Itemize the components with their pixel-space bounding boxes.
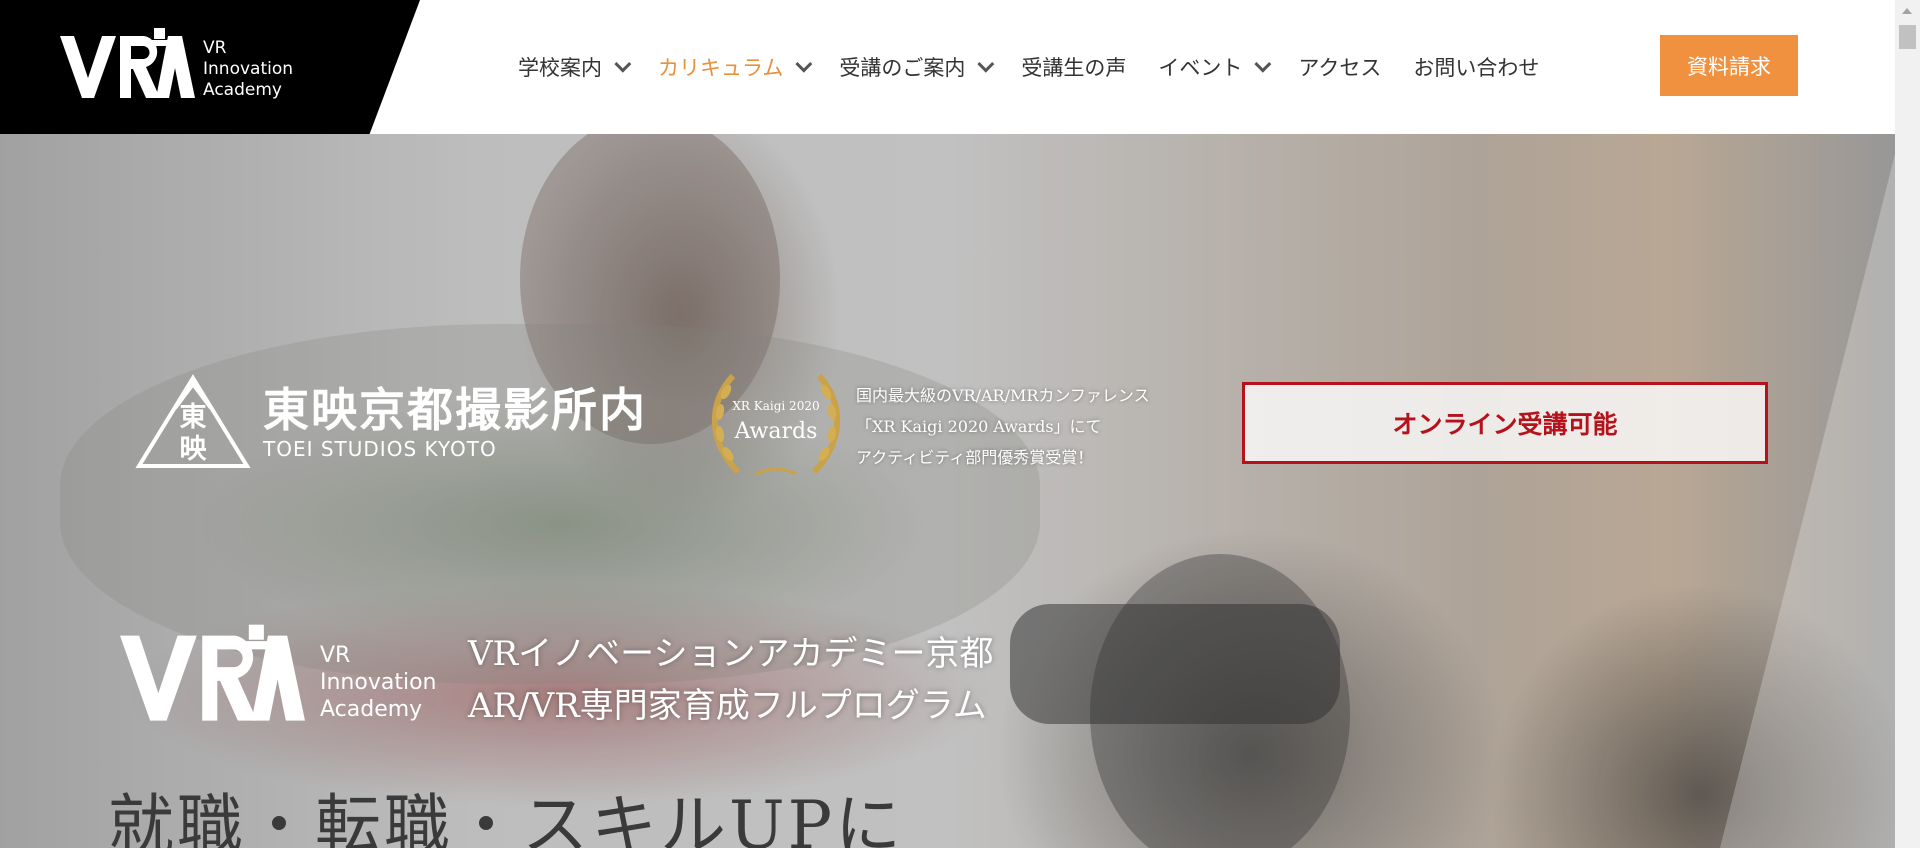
nav-item-enrollment[interactable]: 受講のご案内 <box>839 52 995 82</box>
vria-line-3: Academy <box>320 697 423 722</box>
logo-line-3: Academy <box>203 80 282 100</box>
toei-emblem-char-2: 映 <box>179 434 207 465</box>
nav-label: アクセス <box>1298 56 1382 80</box>
toei-emblem-char-1: 東 <box>179 402 207 433</box>
vria-logo-icon <box>60 28 195 98</box>
tagline-line-2: AR/VR専門家育成フルプログラム <box>468 686 987 726</box>
logo-block[interactable]: VR Innovation Academy <box>0 0 420 134</box>
chevron-down-icon <box>795 55 813 73</box>
toei-studios-logo: 東 映 東映京都撮影所内 TOEI STUDIOS KYOTO <box>135 374 647 470</box>
tagline-line-1: VRイノベーションアカデミー京都 <box>468 634 994 674</box>
main-nav: 学校案内 カリキュラム 受講のご案内 受講生の声 イベント アクセス お問い合わ… <box>518 50 1571 84</box>
nav-label: お問い合わせ <box>1413 56 1540 80</box>
hero-overlay <box>0 134 1895 848</box>
hero-banner: 東 映 東映京都撮影所内 TOEI STUDIOS KYOTO XR Kaigi… <box>0 134 1895 848</box>
chevron-down-icon <box>977 55 995 73</box>
chevron-down-icon <box>614 55 632 73</box>
nav-label: カリキュラム <box>658 56 784 80</box>
toei-name-en: TOEI STUDIOS KYOTO <box>263 437 497 461</box>
request-materials-button[interactable]: 資料請求 <box>1660 35 1798 96</box>
chevron-down-icon <box>1254 55 1272 73</box>
award-laurel-icon: XR Kaigi 2020 Awards <box>711 373 841 476</box>
nav-label: イベント <box>1158 56 1243 80</box>
online-available-badge[interactable]: オンライン受講可能 <box>1242 382 1768 464</box>
vria-logo-icon <box>120 624 305 721</box>
award-line: アクティビティ部門優秀賞受賞！ <box>856 448 1094 467</box>
award-badge-line-1: XR Kaigi 2020 <box>732 399 819 413</box>
vria-line-1: VR <box>320 643 351 668</box>
award-badge-line-2: Awards <box>734 419 818 444</box>
toei-emblem-text: 東 映 <box>170 402 216 466</box>
nav-label: 受講生の声 <box>1021 56 1127 80</box>
scroll-thumb[interactable] <box>1899 25 1916 49</box>
nav-item-curriculum[interactable]: カリキュラム <box>658 52 813 82</box>
logo-line-2: Innovation <box>203 59 294 79</box>
vria-line-2: Innovation <box>320 670 437 695</box>
nav-item-testimonials[interactable]: 受講生の声 <box>1021 52 1126 82</box>
nav-item-events[interactable]: イベント <box>1158 52 1272 82</box>
logo-line-1: VR <box>203 38 227 58</box>
nav-item-school[interactable]: 学校案内 <box>518 52 632 82</box>
toei-wordmark: 東映京都撮影所内 TOEI STUDIOS KYOTO <box>263 383 647 461</box>
hero-tagline: VRイノベーションアカデミー京都 AR/VR専門家育成フルプログラム <box>468 628 993 732</box>
nav-label: 受講のご案内 <box>839 56 966 80</box>
nav-item-contact[interactable]: お問い合わせ <box>1413 52 1539 82</box>
hero-headline: 就職・転職・スキルUPに <box>108 787 905 848</box>
page-scrollbar[interactable] <box>1895 0 1920 848</box>
logo-wordmark: VR Innovation Academy <box>203 38 293 101</box>
nav-item-access[interactable]: アクセス <box>1298 52 1381 82</box>
vria-wordmark: VR Innovation Academy <box>320 642 436 723</box>
site-header: VR Innovation Academy 学校案内 カリキュラム 受講のご案内… <box>0 0 1895 134</box>
award-description: 国内最大級のVR/AR/MRカンファレンス 「XR Kaigi 2020 Awa… <box>856 380 1150 473</box>
award-line: 「XR Kaigi 2020 Awards」にて <box>856 417 1102 436</box>
nav-label: 学校案内 <box>518 56 602 80</box>
award-line: 国内最大級のVR/AR/MRカンファレンス <box>856 386 1150 405</box>
scroll-up-arrow-icon[interactable] <box>1902 8 1912 14</box>
toei-name: 東映京都撮影所内 <box>263 383 647 437</box>
